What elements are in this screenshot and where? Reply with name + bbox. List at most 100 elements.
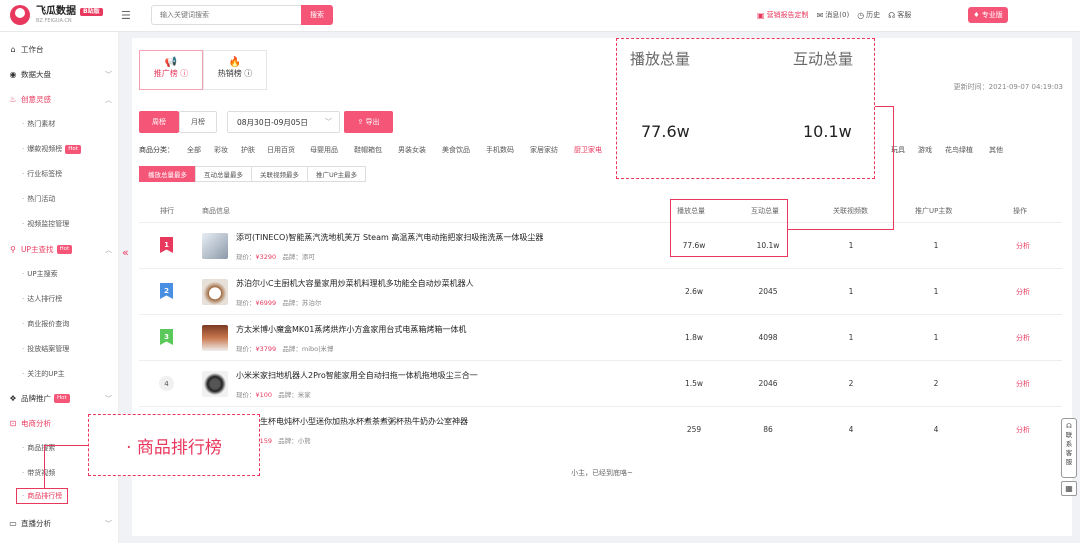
sidebar-item-up-search[interactable]: ⚲ UP主查找 Hot ︿ bbox=[8, 244, 112, 255]
logo[interactable]: 飞瓜数据 B站版 BZ.FEIGUA.CN bbox=[10, 5, 103, 25]
rank-badge: 2 bbox=[160, 283, 173, 299]
sidebar-item-live[interactable]: ▭ 直播分析 ﹀ bbox=[8, 518, 112, 529]
product-thumbnail[interactable] bbox=[202, 325, 228, 351]
brand-label: 品牌： bbox=[278, 391, 298, 399]
zoom-callout: 播放总量 互动总量 77.6w 10.1w bbox=[616, 38, 875, 179]
connector-line bbox=[875, 106, 894, 107]
interactions-value: 2046 bbox=[758, 379, 778, 388]
category-home[interactable]: 家居家纺 bbox=[530, 145, 558, 155]
support-icon: ☊ bbox=[888, 10, 896, 20]
export-label: 导出 bbox=[365, 118, 380, 126]
product-name[interactable]: 方太米博小魔盒MK01蒸烤烘炸小方盒家用台式电蒸箱烤箱一体机 bbox=[236, 324, 466, 335]
sidebar-sub-industry-tags[interactable]: · 行业标签榜 bbox=[22, 169, 62, 179]
category-bags[interactable]: 鞋帽箱包 bbox=[354, 145, 382, 155]
menu-toggle-icon[interactable]: ☰ bbox=[121, 9, 131, 22]
sort-tabs: 播放总量最多 互动总量最多 关联视频最多 推广UP主最多 bbox=[139, 166, 367, 182]
table-header: 排行 商品信息 播放总量 互动总量 关联视频数 推广UP主数 操作 bbox=[139, 202, 1062, 222]
product-thumbnail[interactable] bbox=[202, 371, 228, 397]
date-range-select[interactable]: 08月30日-09月05日 ﹀ bbox=[227, 111, 340, 133]
product-thumbnail[interactable] bbox=[202, 233, 228, 259]
sidebar-sub-up-search[interactable]: · UP主搜索 bbox=[22, 269, 58, 279]
search-input[interactable] bbox=[151, 5, 301, 25]
sort-by-plays[interactable]: 播放总量最多 bbox=[139, 166, 196, 182]
sidebar-sub-pricing[interactable]: · 商业报价查询 bbox=[22, 319, 69, 329]
sidebar-sub-label: 爆款视频榜 bbox=[27, 145, 63, 153]
pro-version-button[interactable]: ♦ 专业版 bbox=[968, 7, 1008, 23]
analyze-link[interactable]: 分析 bbox=[1016, 333, 1030, 343]
qr-code-icon[interactable]: ▦ bbox=[1061, 481, 1077, 496]
month-rank-button[interactable]: 月榜 bbox=[179, 111, 217, 133]
flame-icon: ♨ bbox=[9, 95, 17, 104]
messages-link[interactable]: ✉ 消息(0) bbox=[817, 10, 850, 20]
sidebar-sub-video-monitor[interactable]: · 视频监控管理 bbox=[22, 219, 69, 229]
chevron-down-icon: ﹀ bbox=[105, 519, 112, 528]
history-link[interactable]: ◷ 历史 bbox=[857, 10, 880, 20]
category-makeup[interactable]: 彩妆 bbox=[214, 145, 228, 155]
update-time: 更新时间：2021-09-07 04:19:03 bbox=[953, 83, 1063, 91]
sidebar-sub-label: 行业标签榜 bbox=[27, 170, 63, 178]
category-baby[interactable]: 母婴用品 bbox=[310, 145, 338, 155]
ups-value: 1 bbox=[933, 287, 939, 296]
hot-badge: Hot bbox=[56, 245, 73, 254]
pro-label: 专业版 bbox=[981, 11, 1003, 19]
sort-by-interactions[interactable]: 互动总量最多 bbox=[195, 166, 252, 182]
analyze-link[interactable]: 分析 bbox=[1016, 241, 1030, 251]
header-actions: ▣ 营销报告定制 ✉ 消息(0) ◷ 历史 ☊ 客服 bbox=[757, 10, 919, 20]
week-rank-button[interactable]: 周榜 bbox=[139, 111, 179, 133]
category-food[interactable]: 美食饮品 bbox=[442, 145, 470, 155]
sidebar-sub-label: 带货视频 bbox=[27, 469, 56, 477]
connector-line bbox=[788, 229, 894, 230]
analyze-link[interactable]: 分析 bbox=[1016, 287, 1030, 297]
plays-value: 1.5w bbox=[684, 379, 704, 388]
analyze-link[interactable]: 分析 bbox=[1016, 379, 1030, 389]
brand-label: 品牌： bbox=[282, 345, 302, 353]
product-name[interactable]: 小米米家扫地机器人2Pro智能家用全自动扫拖一体机拖地吸尘三合一 bbox=[236, 370, 478, 381]
sidebar-item-label: 电商分析 bbox=[21, 419, 51, 428]
category-plants[interactable]: 花鸟绿植 bbox=[945, 145, 973, 155]
sidebar-sub-followed-up[interactable]: · 关注的UP主 bbox=[22, 369, 65, 379]
connector-line bbox=[44, 445, 45, 488]
category-kitchen[interactable]: 厨卫家电 bbox=[574, 145, 602, 155]
category-all[interactable]: 全部 bbox=[187, 145, 201, 155]
ups-value: 1 bbox=[933, 333, 939, 342]
category-clothing[interactable]: 男装女装 bbox=[398, 145, 426, 155]
category-games[interactable]: 游戏 bbox=[918, 145, 932, 155]
sidebar-sub-hot-material[interactable]: · 热门素材 bbox=[22, 119, 55, 129]
report-custom-link[interactable]: ▣ 营销报告定制 bbox=[757, 10, 809, 20]
product-name[interactable]: 苏泊尔小C主厨机大容量家用炒菜机料理机多功能全自动炒菜机器人 bbox=[236, 278, 474, 289]
export-button[interactable]: ⇪ 导出 bbox=[344, 111, 393, 133]
search-button[interactable]: 搜索 bbox=[301, 5, 333, 25]
product-thumbnail[interactable] bbox=[202, 279, 228, 305]
table-row: 3 方太米博小魔盒MK01蒸烤烘炸小方盒家用台式电蒸箱烤箱一体机 现价：¥379… bbox=[139, 314, 1062, 360]
product-name[interactable]: 添可(TINECO)智能蒸汽洗地机芙万 Steam 高温蒸汽电动拖把家扫吸拖洗蒸… bbox=[236, 232, 543, 243]
sidebar-item-brand[interactable]: ❖ 品牌推广 Hot ﹀ bbox=[8, 393, 112, 404]
sidebar-sub-label: 视频监控管理 bbox=[27, 220, 70, 228]
tab-hot-sales-rank[interactable]: 🔥 热销榜 ⓘ bbox=[203, 50, 267, 90]
sort-by-ups[interactable]: 推广UP主最多 bbox=[307, 166, 367, 182]
contact-support-button[interactable]: ☊ 联系客服 bbox=[1061, 418, 1077, 478]
category-skincare[interactable]: 护肤 bbox=[241, 145, 255, 155]
sidebar-sub-sales-videos[interactable]: · 带货视频 bbox=[22, 468, 55, 478]
category-label: 商品分类： bbox=[139, 146, 174, 154]
interactions-value: 86 bbox=[763, 425, 773, 434]
support-link[interactable]: ☊ 客服 bbox=[888, 10, 911, 20]
analyze-link[interactable]: 分析 bbox=[1016, 425, 1030, 435]
product-name[interactable]: 小熊养生杯电炖杯小型迷你加热水杯煮茶煮粥杯热牛奶办公室神器 bbox=[236, 416, 468, 427]
sort-by-videos[interactable]: 关联视频最多 bbox=[251, 166, 308, 182]
table-row: 1 添可(TINECO)智能蒸汽洗地机芙万 Steam 高温蒸汽电动拖把家扫吸拖… bbox=[139, 222, 1062, 268]
sidebar-sub-campaign[interactable]: · 投放结案管理 bbox=[22, 344, 69, 354]
category-other[interactable]: 其他 bbox=[989, 145, 1003, 155]
sidebar-sub-product-rank[interactable]: · 商品排行榜 bbox=[16, 488, 69, 504]
category-digital[interactable]: 手机数码 bbox=[486, 145, 514, 155]
collapse-sidebar-icon[interactable]: « bbox=[122, 246, 129, 259]
sidebar-sub-hot-events[interactable]: · 热门活动 bbox=[22, 194, 55, 204]
sidebar-item-creative[interactable]: ♨ 创意灵感 ︿ bbox=[8, 94, 112, 105]
col-product: 商品信息 bbox=[202, 207, 230, 215]
sidebar-sub-viral-videos[interactable]: · 爆款视频榜 Hot bbox=[22, 144, 81, 154]
sidebar-item-workbench[interactable]: ⌂ 工作台 bbox=[8, 44, 112, 55]
sidebar-item-dashboard[interactable]: ◉ 数据大盘 ﹀ bbox=[8, 69, 113, 80]
category-daily[interactable]: 日用百货 bbox=[267, 145, 295, 155]
live-icon: ▭ bbox=[9, 519, 17, 528]
tab-promotion-rank[interactable]: 📢 推广榜 ⓘ bbox=[139, 50, 203, 90]
sidebar-sub-talent-rank[interactable]: · 达人排行榜 bbox=[22, 294, 62, 304]
